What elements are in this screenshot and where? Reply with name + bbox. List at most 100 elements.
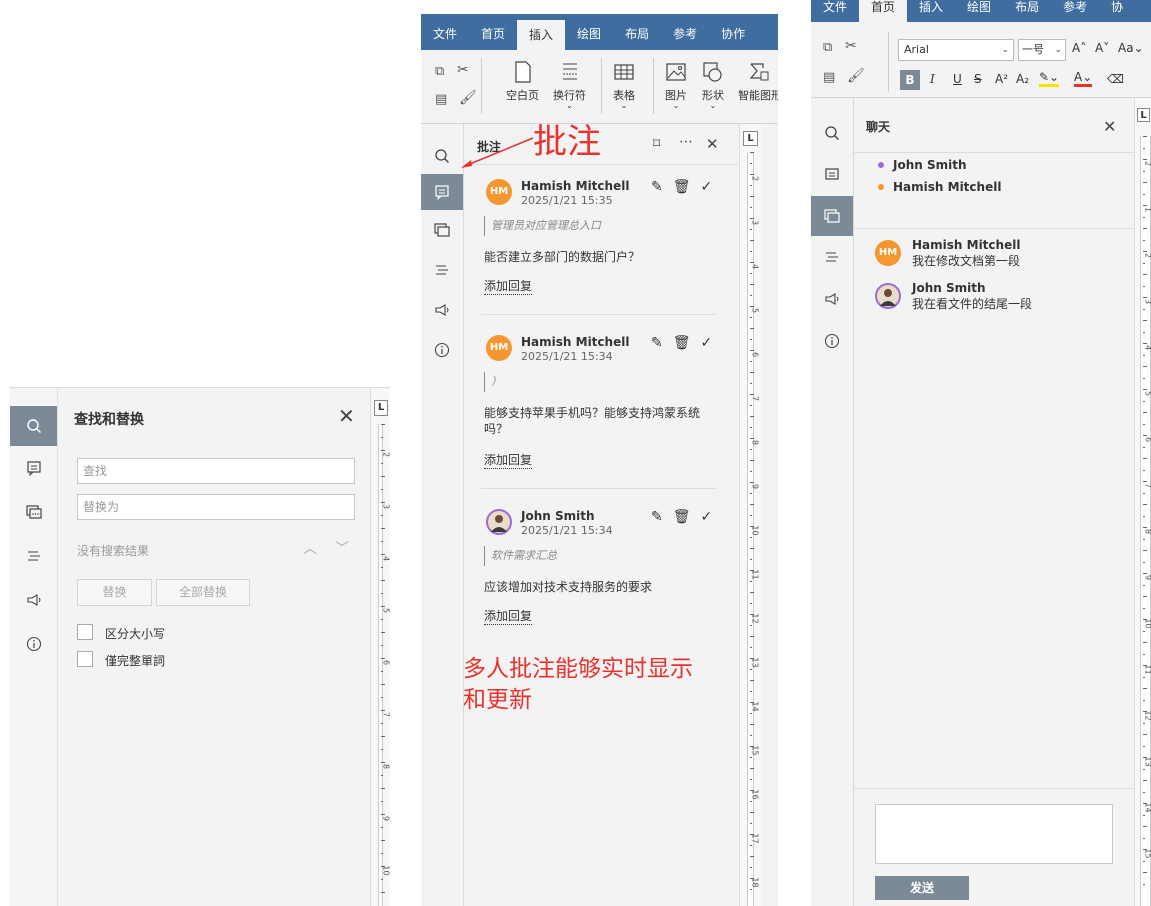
add-reply-link[interactable]: 添加回复 — [484, 451, 533, 469]
add-reply-link[interactable]: 添加回复 — [484, 277, 533, 295]
decrease-font-icon[interactable]: A˅ — [1095, 41, 1109, 55]
bold-icon[interactable]: B — [900, 70, 920, 90]
find-input[interactable]: 查找 — [77, 458, 355, 484]
subscript-icon[interactable]: A₂ — [1016, 72, 1029, 86]
delete-icon[interactable]: 🗑 — [673, 335, 691, 351]
tab-stop-icon[interactable]: L — [1137, 108, 1150, 122]
superscript-icon[interactable]: A² — [995, 72, 1008, 86]
shape-button[interactable]: 形状 ⌄ — [702, 60, 724, 110]
format-painter-icon[interactable]: 🖌 — [847, 68, 865, 84]
edit-icon[interactable]: ✎ — [651, 179, 663, 195]
search-icon[interactable] — [10, 406, 57, 446]
tab-home[interactable]: 首页 — [859, 0, 908, 22]
ruler-tick — [750, 504, 754, 505]
cut-icon[interactable]: ✂ — [845, 38, 857, 54]
more-options-icon[interactable]: ⋯ — [679, 134, 693, 150]
blank-page-button[interactable]: 空白页 — [506, 60, 539, 103]
highlight-icon[interactable]: ✎⌄ — [1039, 70, 1060, 87]
search-icon[interactable] — [422, 138, 462, 174]
smart-art-button[interactable]: 智能图形 — [738, 60, 778, 103]
close-icon[interactable]: ✕ — [338, 406, 355, 426]
info-icon[interactable] — [422, 330, 462, 370]
format-painter-icon[interactable]: 🖌 — [459, 90, 477, 106]
info-icon[interactable] — [14, 622, 54, 666]
picture-button[interactable]: 图片 ⌄ — [665, 60, 687, 110]
send-button[interactable]: 发送 — [875, 876, 969, 900]
chat-icon[interactable] — [14, 490, 54, 534]
tab-collaborate[interactable]: 协 — [1099, 0, 1135, 22]
tab-stop-icon[interactable]: L — [374, 400, 388, 416]
navigation-icon[interactable] — [14, 534, 54, 578]
italic-icon[interactable]: I — [930, 72, 935, 86]
announcement-icon[interactable] — [812, 278, 852, 320]
ruler-tick — [381, 476, 385, 477]
tab-home[interactable]: 首页 — [469, 14, 517, 50]
ruler-number: 8 — [750, 439, 760, 446]
navigation-icon[interactable] — [812, 236, 852, 278]
tab-stop-icon[interactable]: L — [743, 131, 758, 146]
replace-button[interactable]: 替换 — [77, 579, 152, 606]
vertical-ruler[interactable]: L 2 3 4 5 6 7 8 9 10 — [370, 388, 391, 906]
user-photo-icon — [880, 289, 896, 306]
close-icon[interactable]: ✕ — [1103, 117, 1116, 136]
cut-icon[interactable]: ✂ — [457, 62, 469, 78]
case-sensitive-checkbox[interactable] — [77, 624, 93, 640]
change-case-icon[interactable]: Aa⌄ — [1118, 41, 1144, 55]
replace-all-button[interactable]: 全部替换 — [156, 579, 250, 606]
comment-icon[interactable] — [421, 174, 463, 210]
chevron-down-icon[interactable]: ﹀ — [335, 538, 349, 558]
chat-input[interactable] — [875, 804, 1113, 864]
edit-icon[interactable]: ✎ — [651, 335, 663, 351]
chat-icon[interactable] — [422, 210, 462, 250]
tab-file[interactable]: 文件 — [421, 14, 469, 50]
line-break-button[interactable]: 换行符 ⌄ — [553, 60, 586, 110]
whole-word-checkbox[interactable] — [77, 651, 93, 667]
table-button[interactable]: 表格 ⌄ — [613, 60, 635, 110]
comment-icon[interactable] — [812, 154, 852, 196]
announcement-icon[interactable] — [14, 578, 54, 622]
ruler-tick — [1143, 274, 1147, 275]
replace-input[interactable]: 替换为 — [77, 494, 355, 520]
increase-font-icon[interactable]: A˄ — [1072, 41, 1086, 55]
delete-icon[interactable]: 🗑 — [673, 509, 691, 525]
chevron-up-icon[interactable]: ︿ — [303, 538, 317, 558]
tab-references[interactable]: 参考 — [661, 14, 709, 50]
resolve-icon[interactable]: ✓ — [701, 335, 713, 351]
search-icon[interactable] — [812, 112, 852, 154]
tab-layout[interactable]: 布局 — [1003, 0, 1051, 22]
tab-insert[interactable]: 插入 — [517, 20, 566, 50]
font-color-icon[interactable]: A⌄ — [1074, 70, 1093, 87]
ruler-tick — [381, 827, 383, 828]
vertical-ruler[interactable]: L 2 3 4 5 6 7 8 9 10 11 12 13 14 15 16 17 18 — [739, 124, 761, 906]
tab-layout[interactable]: 布局 — [613, 14, 661, 50]
font-name-select[interactable]: Arial ⌄ — [898, 39, 1014, 61]
resolve-icon[interactable]: ✓ — [701, 509, 713, 525]
copy-icon[interactable]: ⧉ — [823, 40, 832, 55]
navigation-icon[interactable] — [422, 250, 462, 290]
paste-icon[interactable]: ▤ — [823, 70, 835, 85]
tab-draw[interactable]: 绘图 — [955, 0, 1003, 22]
chat-icon[interactable] — [811, 196, 853, 236]
close-icon[interactable]: ✕ — [706, 135, 719, 153]
comment-icon[interactable] — [14, 446, 54, 490]
info-icon[interactable] — [812, 320, 852, 362]
tab-collaborate[interactable]: 协作 — [709, 14, 757, 50]
resolve-icon[interactable]: ✓ — [701, 179, 713, 195]
clear-format-icon[interactable]: ⌫ — [1107, 72, 1124, 86]
edit-icon[interactable]: ✎ — [651, 509, 663, 525]
ruler-tick — [750, 240, 754, 241]
tab-draw[interactable]: 绘图 — [565, 14, 613, 50]
strikethrough-icon[interactable]: S — [974, 72, 982, 86]
new-comment-icon[interactable]: ⌑ — [653, 136, 660, 152]
tab-insert[interactable]: 插入 — [907, 0, 955, 22]
font-size-select[interactable]: 一号 ⌄ — [1018, 39, 1066, 61]
announcement-icon[interactable] — [422, 290, 462, 330]
add-reply-link[interactable]: 添加回复 — [484, 607, 533, 625]
tab-file[interactable]: 文件 — [811, 0, 859, 22]
vertical-ruler[interactable]: L 2123456789101112131415 — [1134, 98, 1151, 906]
paste-icon[interactable]: ▤ — [435, 92, 447, 107]
copy-icon[interactable]: ⧉ — [435, 64, 444, 79]
underline-icon[interactable]: U — [953, 72, 962, 86]
delete-icon[interactable]: 🗑 — [673, 179, 691, 195]
tab-references[interactable]: 参考 — [1051, 0, 1099, 22]
